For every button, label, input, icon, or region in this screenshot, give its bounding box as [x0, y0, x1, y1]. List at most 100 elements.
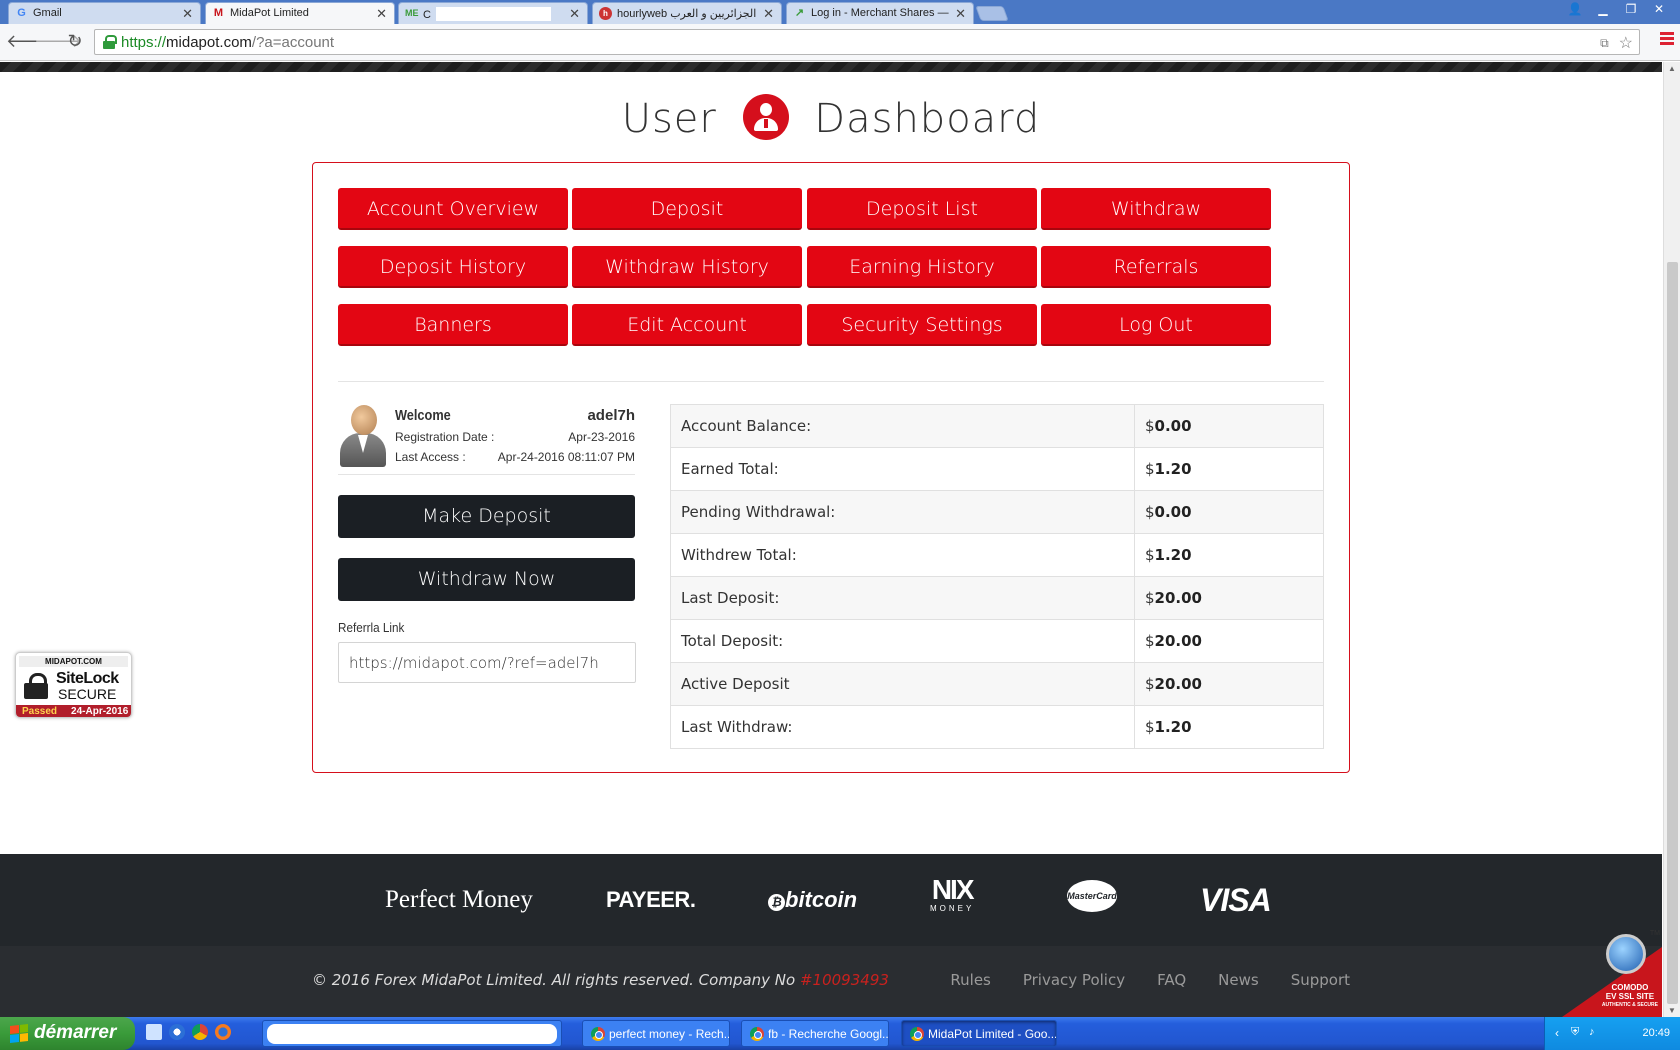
referral-link-field[interactable]: https://midapot.com/?ref=adel7h [338, 642, 636, 683]
close-window-icon[interactable]: ✕ [1646, 0, 1672, 18]
tab-merchant-shares[interactable]: ↗ Log in - Merchant Shares — ✕ [786, 2, 974, 24]
stat-value: $0.00 [1134, 490, 1324, 534]
taskbar: démarrer perfect money - Rech... fb - Re… [0, 1017, 1680, 1050]
browser-toolbar: 🡐 🡒 ↻ https://midapot.com/?a=account ⧉ ☆ [0, 24, 1680, 61]
chrome-icon[interactable] [192, 1024, 208, 1040]
bitcoin-logo: ₿ bitcoin [768, 880, 857, 920]
task-fb[interactable]: fb - Recherche Googl... [741, 1020, 889, 1047]
table-row: Last Withdraw: $1.20 [670, 705, 1324, 749]
header-strip [0, 62, 1662, 72]
company-number[interactable]: #10093493 [800, 971, 889, 989]
chrome-menu-icon[interactable] [1660, 32, 1674, 46]
title-right: Dashboard [814, 96, 1041, 142]
earning-history-button[interactable]: Earning History [807, 246, 1037, 288]
sitelock-badge[interactable]: MIDAPOT.COM SiteLock SECURE Passed 24-Apr… [15, 652, 132, 718]
minimize-icon[interactable]: ▁ [1590, 0, 1616, 18]
translate-icon[interactable]: ⧉ [1600, 36, 1609, 53]
chrome-icon [750, 1027, 764, 1041]
tab-title: hourlyweb الجزائريين و العرب [617, 8, 757, 20]
new-tab-button[interactable] [975, 6, 1009, 21]
tab-midapot[interactable]: M MidaPot Limited ✕ [205, 2, 395, 25]
copyright: © 2016 Forex MidaPot Limited. All rights… [312, 971, 889, 989]
welcome-label: Welcome [395, 407, 451, 424]
url-text[interactable]: https://midapot.com/?a=account [121, 34, 334, 51]
table-row: Total Deposit: $20.00 [670, 619, 1324, 663]
withdraw-button[interactable]: Withdraw [1041, 188, 1271, 230]
table-row: Pending Withdrawal: $0.00 [670, 490, 1324, 534]
footer-link-support[interactable]: Support [1291, 971, 1350, 989]
reload-icon[interactable]: ↻ [64, 31, 86, 52]
referrals-button[interactable]: Referrals [1041, 246, 1271, 288]
tab-hourlyweb[interactable]: h hourlyweb الجزائريين و العرب ✕ [592, 2, 782, 24]
clock[interactable]: 20:49 [1642, 1027, 1670, 1039]
back-icon[interactable]: 🡐 [6, 31, 54, 52]
deposit-history-button[interactable]: Deposit History [338, 246, 568, 288]
browser-quicklaunch-icon[interactable] [169, 1024, 185, 1040]
deposit-button[interactable]: Deposit [572, 188, 802, 230]
profile-icon[interactable]: 👤 [1562, 0, 1588, 18]
stat-label: Pending Withdrawal: [670, 490, 1135, 534]
comodo-tm: TM [1649, 930, 1660, 937]
username: adel7h [587, 407, 635, 424]
stat-label: Account Balance: [670, 404, 1135, 448]
shield-icon[interactable]: ⛨ [1571, 1026, 1579, 1039]
dashboard-panel: Account Overview Deposit Deposit List Wi… [312, 162, 1350, 773]
banners-button[interactable]: Banners [338, 304, 568, 346]
sitelock-secure: SECURE [58, 686, 117, 702]
gmail-icon: G [17, 7, 26, 19]
close-icon[interactable]: ✕ [569, 6, 580, 22]
security-settings-button[interactable]: Security Settings [807, 304, 1037, 346]
chart-icon: ↗ [794, 7, 805, 19]
task-perfect-money[interactable]: perfect money - Rech... [582, 1020, 730, 1047]
log-out-button[interactable]: Log Out [1041, 304, 1271, 346]
bookmark-star-icon[interactable]: ☆ [1619, 33, 1633, 53]
firefox-icon[interactable] [215, 1024, 231, 1040]
make-deposit-button[interactable]: Make Deposit [338, 495, 635, 538]
scrollbar[interactable]: ▲ ▼ [1663, 62, 1680, 1017]
withdraw-now-button[interactable]: Withdraw Now [338, 558, 635, 601]
stat-label: Earned Total: [670, 447, 1135, 491]
table-row: Withdrew Total: $1.20 [670, 533, 1324, 577]
footer-link-privacy[interactable]: Privacy Policy [1023, 971, 1125, 989]
avatar [338, 403, 388, 467]
volume-icon[interactable]: ♪ [1589, 1026, 1595, 1038]
chrome-icon [591, 1027, 605, 1041]
scrollbar-thumb[interactable] [1667, 262, 1678, 1004]
account-overview-button[interactable]: Account Overview [338, 188, 568, 230]
close-icon[interactable]: ✕ [376, 6, 387, 22]
globe-icon [1606, 934, 1646, 974]
edit-account-button[interactable]: Edit Account [572, 304, 802, 346]
stat-label: Withdrew Total: [670, 533, 1135, 577]
comodo-text: COMODO EV SSL SITE AUTHENTIC & SECURE [1601, 983, 1658, 1008]
close-icon[interactable]: ✕ [182, 6, 193, 22]
footer-link-rules[interactable]: Rules [950, 971, 990, 989]
scroll-up-icon[interactable]: ▲ [1668, 64, 1676, 73]
stat-label: Total Deposit: [670, 619, 1135, 663]
withdraw-history-button[interactable]: Withdraw History [572, 246, 802, 288]
ie-icon[interactable] [146, 1024, 162, 1040]
restore-icon[interactable]: ❐ [1618, 0, 1644, 18]
tab-gmail[interactable]: G Gmail ✕ [8, 2, 201, 24]
last-access-value: Apr-24-2016 08:11:07 PM [497, 450, 635, 464]
close-icon[interactable]: ✕ [955, 6, 966, 22]
close-icon[interactable]: ✕ [763, 6, 774, 22]
task-redacted[interactable] [262, 1020, 562, 1047]
stat-value: $1.20 [1134, 705, 1324, 749]
tab-merchant[interactable]: ME C ✕ [398, 2, 588, 24]
deposit-list-button[interactable]: Deposit List [807, 188, 1037, 230]
comodo-seal[interactable]: COMODO EV SSL SITE AUTHENTIC & SECURE TM [1562, 930, 1662, 1017]
omnibox-icons: ⧉ ☆ [1600, 33, 1633, 53]
start-button[interactable]: démarrer [0, 1017, 135, 1050]
task-midapot[interactable]: MidaPot Limited - Goo... [901, 1020, 1057, 1047]
footer-link-news[interactable]: News [1218, 971, 1259, 989]
footer-link-faq[interactable]: FAQ [1157, 971, 1186, 989]
forward-icon[interactable]: 🡒 [34, 31, 82, 52]
payment-logos: Perfect Money PAYEER. ₿ bitcoin NIX MONEY … [0, 854, 1662, 946]
start-label: démarrer [34, 1022, 117, 1043]
sitelock-domain: MIDAPOT.COM [19, 656, 128, 667]
chrome-icon [910, 1027, 924, 1041]
scroll-down-icon[interactable]: ▼ [1668, 1006, 1676, 1015]
network-icon[interactable]: ‹ [1555, 1026, 1559, 1040]
address-bar[interactable]: https://midapot.com/?a=account ⧉ ☆ [94, 29, 1640, 55]
user-info: Welcome adel7h Registration Date : Apr-2… [338, 403, 635, 475]
